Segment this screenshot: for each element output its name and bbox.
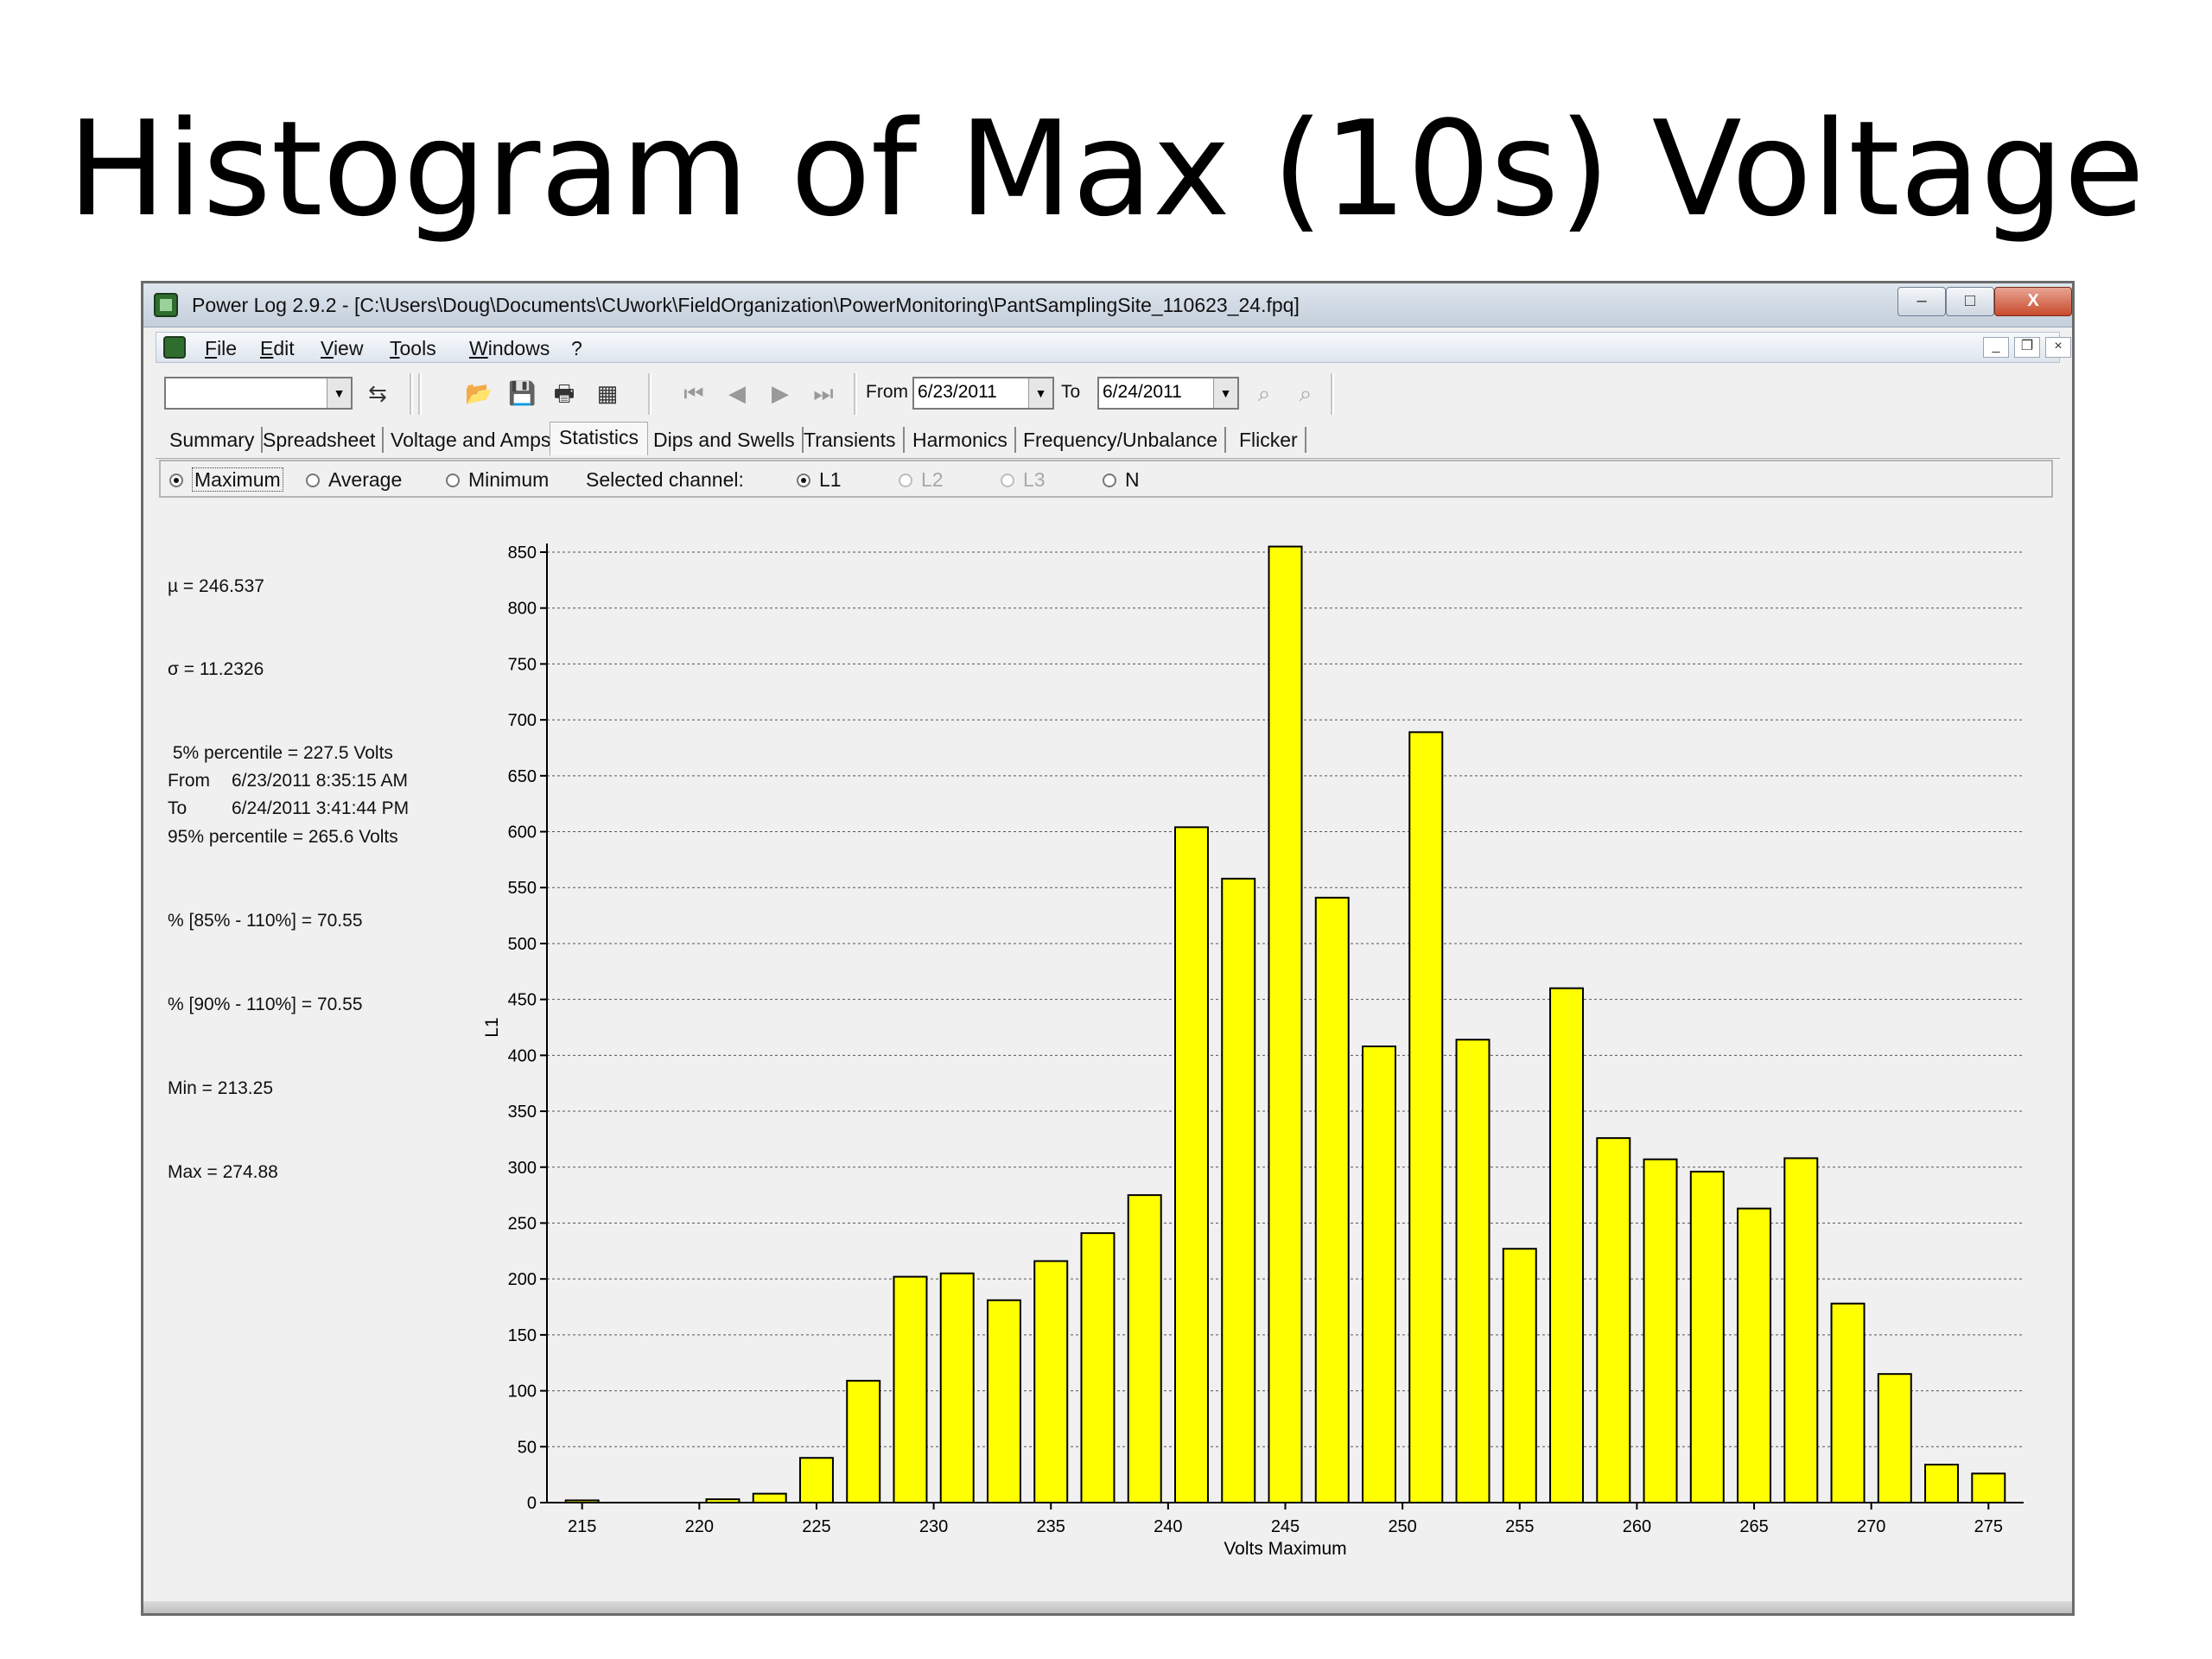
power-log-window: Power Log 2.9.2 - [C:\Users\Doug\Documen…: [141, 281, 2075, 1616]
window-bottom-edge: [143, 1601, 2072, 1613]
y-tick-label: 450: [508, 991, 537, 1010]
x-tick-label: 265: [1739, 1517, 1768, 1536]
x-tick-label: 230: [919, 1517, 948, 1536]
histogram-bar: [1033, 1260, 1069, 1503]
x-axis-label: Volts Maximum: [1224, 1539, 1346, 1559]
y-tick-label: 400: [508, 1046, 537, 1065]
histogram-bar: [986, 1299, 1021, 1503]
x-tick-label: 235: [1037, 1517, 1065, 1536]
histogram-bar: [939, 1272, 975, 1504]
y-tick-label: 750: [508, 655, 537, 674]
histogram-bar: [1455, 1039, 1491, 1503]
y-tick-label: 150: [508, 1326, 537, 1345]
y-tick-label: 550: [508, 879, 537, 898]
histogram-bar: [846, 1379, 881, 1503]
x-tick-label: 220: [685, 1517, 714, 1536]
y-tick-label: 650: [508, 767, 537, 786]
histogram-bar: [752, 1492, 787, 1504]
histogram-bar: [1924, 1464, 1960, 1503]
y-tick-label: 600: [508, 823, 537, 842]
x-tick-label: 215: [568, 1517, 596, 1536]
histogram-bar: [1080, 1232, 1116, 1504]
histogram-bar: [1643, 1158, 1678, 1503]
histogram-bar: [1830, 1302, 1866, 1504]
histogram-bar: [1268, 545, 1303, 1503]
slide-title: Histogram of Max (10s) Voltage: [67, 92, 2145, 245]
x-tick-label: 275: [1974, 1517, 2003, 1536]
y-tick-label: 250: [508, 1214, 537, 1233]
y-tick-label: 300: [508, 1159, 537, 1178]
y-axis-label: L1: [482, 1017, 502, 1037]
x-tick-label: 240: [1154, 1517, 1182, 1536]
histogram-bar: [1314, 896, 1350, 1503]
x-tick-label: 270: [1857, 1517, 1885, 1536]
y-tick-label: 350: [508, 1103, 537, 1122]
y-tick-label: 850: [508, 543, 537, 563]
y-tick-label: 50: [518, 1438, 537, 1457]
x-tick-label: 225: [802, 1517, 830, 1536]
histogram-bar: [1408, 731, 1444, 1503]
histogram-bar: [1502, 1248, 1537, 1504]
histogram-bar: [1362, 1046, 1396, 1503]
histogram-bar: [1877, 1373, 1912, 1504]
y-tick-label: 700: [508, 711, 537, 730]
x-tick-label: 245: [1271, 1517, 1300, 1536]
histogram-bar: [798, 1457, 834, 1504]
histogram-chart: 0 50 100 150 200 250 300 350 400 450 500 550 600 650 7…: [482, 543, 2024, 1559]
histogram-bar: [1689, 1170, 1725, 1503]
histogram-bar: [1596, 1137, 1631, 1504]
y-tick-label: 200: [508, 1270, 537, 1289]
y-tick-label: 0: [527, 1494, 537, 1513]
histogram-bar: [893, 1275, 928, 1504]
histogram-bar: [1549, 987, 1585, 1503]
y-tick-label: 800: [508, 600, 537, 619]
y-tick-label: 500: [508, 935, 537, 954]
histogram-bar: [1174, 826, 1209, 1503]
histogram-bar: [1971, 1472, 2006, 1503]
x-tick-label: 255: [1505, 1517, 1534, 1536]
histogram-bar: [1127, 1194, 1162, 1504]
y-tick-label: 100: [508, 1382, 537, 1402]
histogram-bar: [1221, 877, 1256, 1503]
x-tick-label: 250: [1388, 1517, 1416, 1536]
histogram-bar: [1783, 1157, 1819, 1503]
histogram-bar: [1737, 1207, 1772, 1504]
x-tick-label: 260: [1623, 1517, 1651, 1536]
